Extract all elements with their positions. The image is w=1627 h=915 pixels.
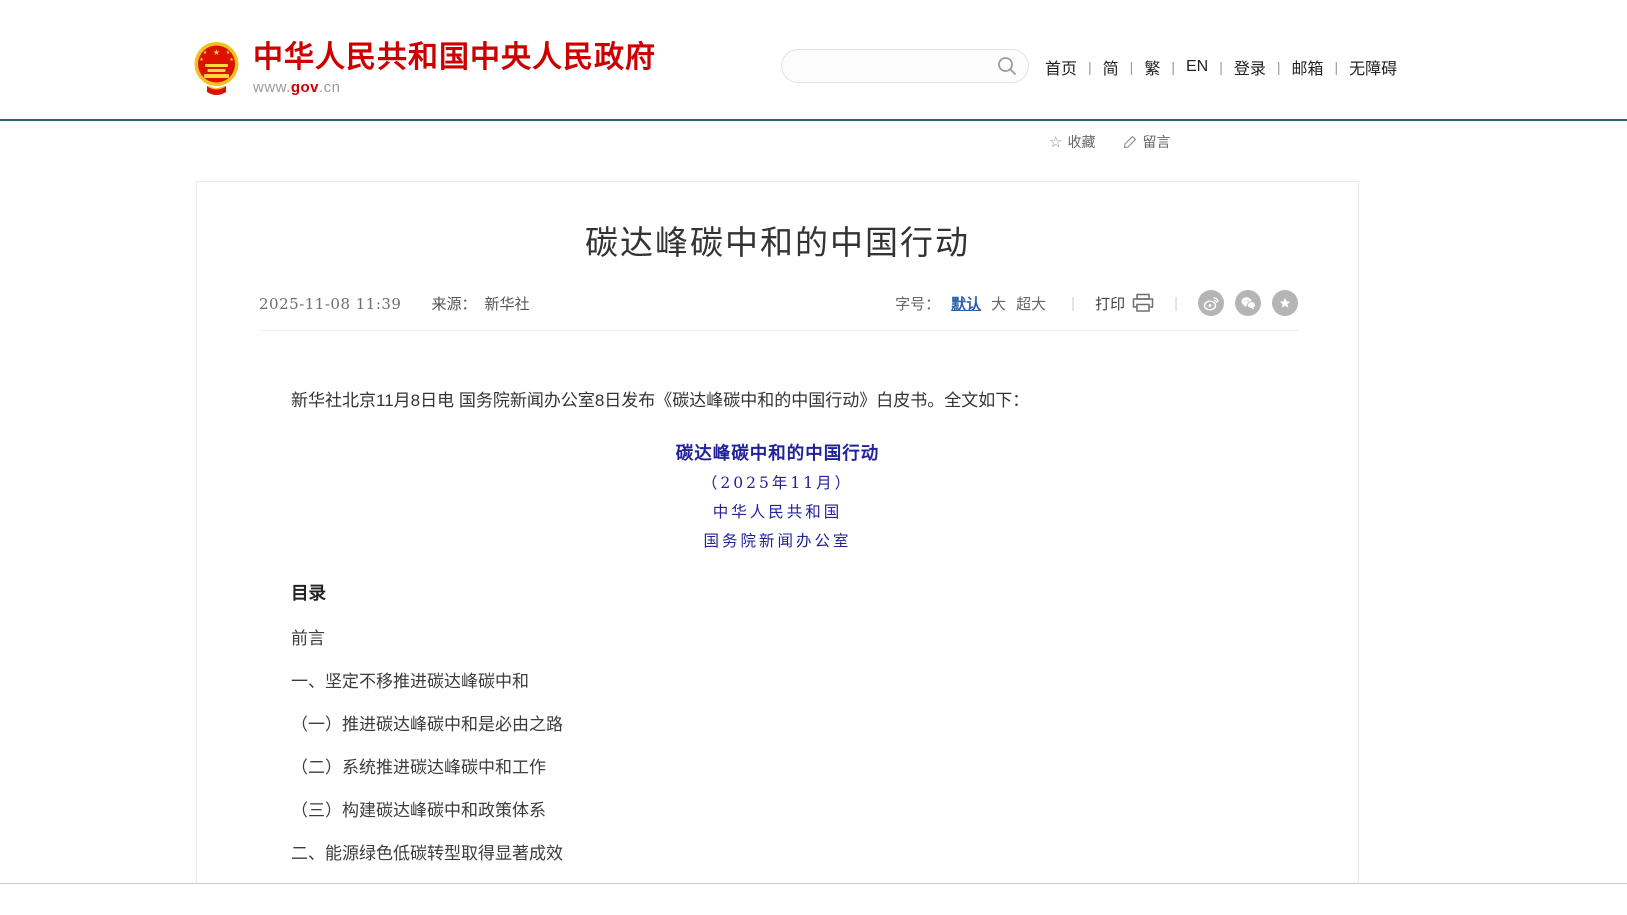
meta-separator: |: [1071, 295, 1075, 312]
svg-text:★: ★: [213, 48, 220, 57]
header-divider-rule: [0, 119, 1627, 121]
svg-text:★: ★: [199, 57, 204, 63]
source-label: 来源：: [431, 293, 476, 314]
nav-separator: |: [1088, 59, 1092, 75]
document-author-line1: 中华人民共和国: [291, 502, 1264, 523]
nav-separator: |: [1335, 59, 1339, 75]
page-actions: ☆ 收藏 留言: [1049, 132, 1170, 152]
search-input[interactable]: [798, 58, 996, 74]
article-meta-right: 字号： 默认 大 超大 | 打印 |: [895, 290, 1298, 316]
star-outline-icon: ☆: [1049, 133, 1062, 151]
printer-icon: [1132, 293, 1154, 313]
nav-login[interactable]: 登录: [1234, 55, 1266, 79]
print-button[interactable]: 打印: [1095, 293, 1154, 314]
print-label: 打印: [1095, 293, 1125, 314]
search-button[interactable]: [996, 55, 1018, 77]
search-icon: [996, 55, 1018, 77]
top-navigation: 首页 | 简 | 繁 | EN | 登录 | 邮箱 | 无障碍: [1045, 55, 1397, 79]
svg-text:★: ★: [226, 50, 231, 56]
nav-mail[interactable]: 邮箱: [1292, 55, 1324, 79]
pencil-icon: [1123, 135, 1137, 149]
weibo-icon: [1203, 295, 1220, 312]
site-url: www.gov.cn: [253, 79, 656, 96]
nav-separator: |: [1130, 59, 1134, 75]
nav-home[interactable]: 首页: [1045, 55, 1077, 79]
nav-separator: |: [1277, 59, 1281, 75]
share-weibo-button[interactable]: [1198, 290, 1224, 316]
toc-item-1-2: （二）系统推进碳达峰碳中和工作: [291, 759, 1264, 777]
share-star-icon: [1277, 295, 1293, 311]
favorite-label: 收藏: [1067, 132, 1095, 152]
intro-paragraph: 新华社北京11月8日电 国务院新闻办公室8日发布《碳达峰碳中和的中国行动》白皮书…: [291, 387, 1264, 414]
favorite-button[interactable]: ☆ 收藏: [1049, 132, 1095, 152]
svg-text:★: ★: [229, 57, 234, 63]
document-date: （2025年11月）: [291, 473, 1264, 494]
nav-accessibility[interactable]: 无障碍: [1349, 55, 1397, 79]
svg-text:★: ★: [203, 50, 208, 56]
document-author-line2: 国务院新闻办公室: [291, 531, 1264, 552]
article-body: 新华社北京11月8日电 国务院新闻办公室8日发布《碳达峰碳中和的中国行动》白皮书…: [197, 387, 1358, 883]
nav-separator: |: [1171, 59, 1175, 75]
site-header: ★ ★ ★ ★ ★ 中华人民共和国中央人民政府 www.gov.cn 首页 | 简…: [0, 0, 1627, 118]
comment-button[interactable]: 留言: [1123, 132, 1170, 152]
toc-item-1-3: （三）构建碳达峰碳中和政策体系: [291, 802, 1264, 820]
font-size-default[interactable]: 默认: [951, 293, 981, 314]
toc-item-preface: 前言: [291, 630, 1264, 648]
toc-item-1-1: （一）推进碳达峰碳中和是必由之路: [291, 716, 1264, 734]
share-icons: [1198, 290, 1298, 316]
nav-traditional[interactable]: 繁: [1144, 55, 1160, 79]
search-box[interactable]: [781, 49, 1029, 83]
font-size-large[interactable]: 大: [991, 293, 1006, 314]
article-meta-bar: 2025-11-08 11:39 来源： 新华社 字号： 默认 大 超大 | 打…: [259, 290, 1298, 331]
nav-simplified[interactable]: 简: [1103, 55, 1119, 79]
nav-english[interactable]: EN: [1186, 58, 1208, 76]
toc-item-1: 一、坚定不移推进碳达峰碳中和: [291, 673, 1264, 691]
site-title: 中华人民共和国中央人民政府: [253, 41, 656, 74]
article-title: 碳达峰碳中和的中国行动: [197, 216, 1358, 264]
national-emblem-icon: ★ ★ ★ ★ ★: [193, 40, 240, 96]
meta-separator: |: [1174, 295, 1178, 312]
source-value[interactable]: 新华社: [485, 293, 530, 314]
share-more-button[interactable]: [1272, 290, 1298, 316]
publish-date: 2025-11-08 11:39: [259, 295, 401, 313]
document-heading-block: 碳达峰碳中和的中国行动 （2025年11月） 中华人民共和国 国务院新闻办公室: [291, 440, 1264, 552]
wechat-icon: [1240, 295, 1257, 312]
share-wechat-button[interactable]: [1235, 290, 1261, 316]
toc-heading: 目录: [291, 580, 1264, 605]
font-size-label: 字号：: [895, 293, 940, 314]
article-container: 碳达峰碳中和的中国行动 2025-11-08 11:39 来源： 新华社 字号：…: [196, 181, 1359, 883]
window-bottom-edge: [0, 883, 1627, 884]
document-title: 碳达峰碳中和的中国行动: [291, 440, 1264, 465]
comment-label: 留言: [1142, 132, 1170, 152]
site-logo[interactable]: ★ ★ ★ ★ ★ 中华人民共和国中央人民政府 www.gov.cn: [193, 40, 656, 96]
article-meta-left: 2025-11-08 11:39 来源： 新华社: [259, 293, 530, 314]
font-size-xlarge[interactable]: 超大: [1016, 293, 1046, 314]
nav-separator: |: [1219, 59, 1223, 75]
toc-item-2: 二、能源绿色低碳转型取得显著成效: [291, 845, 1264, 863]
